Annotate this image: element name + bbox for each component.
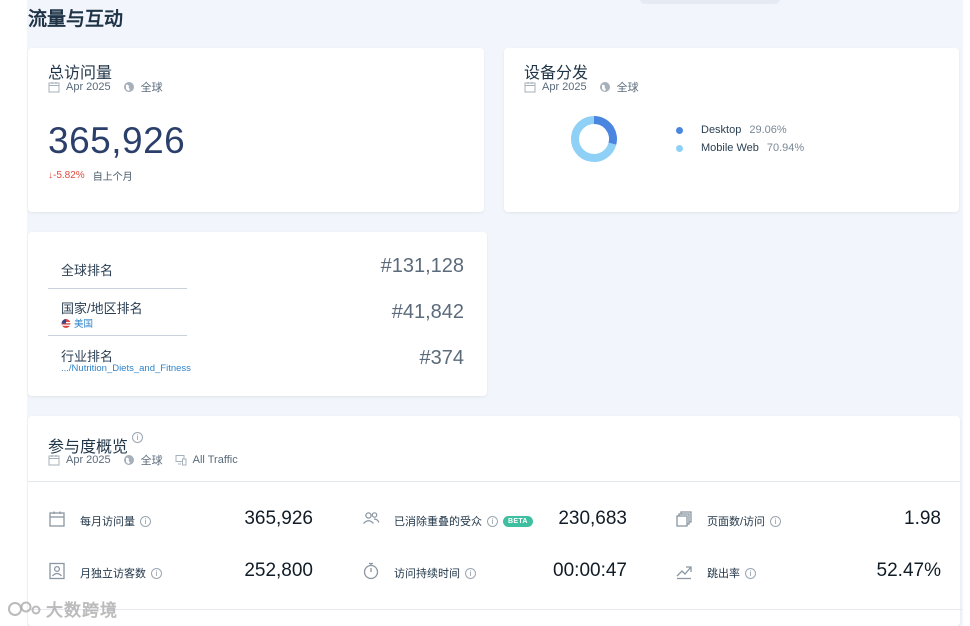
metric-label-text: 每月访问量 bbox=[80, 516, 135, 528]
rank-row-industry[interactable]: 行业排名 .../Nutrition_Diets_and_Fitness #37… bbox=[48, 344, 464, 380]
region-label: 全球 bbox=[140, 455, 163, 467]
legend-dot-mobile-web bbox=[676, 144, 683, 152]
calendar-icon bbox=[524, 81, 536, 93]
rank-sub-text: 美国 bbox=[74, 319, 94, 330]
rank-value: #131,128 bbox=[380, 255, 464, 277]
metric-label-text: 月独立访客数 bbox=[80, 568, 146, 580]
metric-label-text: 访问持续时间 bbox=[394, 568, 460, 580]
metric-bounce-rate: 跳出率 i 52.47% bbox=[675, 560, 941, 584]
rank-sub-country[interactable]: 美国 bbox=[61, 316, 93, 330]
bottom-divider bbox=[27, 609, 963, 610]
rank-value: #374 bbox=[419, 347, 465, 369]
metric-label: 跳出率 i bbox=[707, 565, 756, 581]
rank-label: 全球排名 bbox=[61, 263, 114, 278]
legend-name: Mobile Web bbox=[701, 142, 759, 154]
rank-label: 国家/地区排名 bbox=[61, 301, 143, 316]
legend-name: Desktop bbox=[701, 124, 742, 136]
metric-label-text: 已消除重叠的受众 bbox=[394, 516, 482, 528]
rank-row-country[interactable]: 国家/地区排名 美国 #41,842 bbox=[48, 296, 464, 332]
beta-badge: BETA bbox=[503, 515, 533, 527]
metric-label-text: 跳出率 bbox=[707, 568, 740, 580]
metric-visit-duration: 访问持续时间 i 00:00:47 bbox=[362, 560, 627, 584]
region-label: 全球 bbox=[140, 82, 163, 94]
engagement-meta: Apr 2025 全球 All Traffic bbox=[48, 452, 250, 468]
legend-item-mobile-web[interactable]: Mobile Web 70.94% bbox=[676, 139, 804, 157]
change-row: ↓-5.82% 自上个月 bbox=[48, 168, 133, 183]
watermark: 大数跨境 bbox=[6, 596, 118, 621]
device-meta: Apr 2025 全球 bbox=[524, 79, 651, 95]
metric-label: 每月访问量 i bbox=[80, 513, 151, 529]
device-legend: Desktop 29.06% Mobile Web 70.94% bbox=[676, 121, 804, 157]
rank-divider bbox=[48, 288, 187, 289]
region-label: 全球 bbox=[616, 82, 639, 94]
metric-label: 已消除重叠的受众 i BETA bbox=[394, 513, 533, 529]
visitor-icon bbox=[48, 562, 66, 580]
change-label: 自上个月 bbox=[92, 172, 133, 183]
legend-pct: 29.06% bbox=[749, 124, 787, 136]
page-title: 流量与互动 bbox=[28, 9, 124, 30]
watermark-logo-icon bbox=[8, 601, 41, 616]
date-label: Apr 2025 bbox=[66, 81, 111, 93]
change-value: ↓-5.82% bbox=[48, 170, 85, 181]
date-label: Apr 2025 bbox=[542, 81, 587, 93]
globe-icon bbox=[123, 81, 135, 93]
rank-row-global[interactable]: 全球排名 #131,128 bbox=[48, 254, 464, 284]
metric-deduplicated-audience: 已消除重叠的受众 i BETA 230,683 bbox=[362, 508, 627, 532]
device-donut-chart[interactable] bbox=[569, 114, 619, 164]
pages-icon bbox=[675, 510, 693, 528]
bounce-icon bbox=[675, 562, 693, 580]
metric-value: 252,800 bbox=[244, 560, 313, 581]
metric-label: 月独立访客数 i bbox=[80, 565, 162, 581]
info-icon[interactable]: i bbox=[465, 567, 476, 579]
info-icon[interactable]: i bbox=[151, 567, 162, 579]
ranks-card: 全球排名 #131,128 国家/地区排名 美国 #41,842 行业排名 ..… bbox=[28, 232, 487, 396]
info-icon[interactable]: i bbox=[770, 515, 782, 527]
globe-icon bbox=[123, 454, 135, 466]
info-icon[interactable]: i bbox=[487, 515, 498, 527]
top-scroll-pill bbox=[640, 0, 780, 4]
rank-divider bbox=[48, 335, 187, 336]
info-icon[interactable]: i bbox=[132, 432, 144, 443]
engagement-card: 参与度概览 i Apr 2025 全球 All Traffic 每月访问量 i 3… bbox=[28, 416, 960, 626]
globe-icon bbox=[599, 81, 611, 93]
calendar-icon bbox=[48, 510, 66, 528]
metric-value: 52.47% bbox=[876, 560, 941, 581]
metric-label: 页面数/访问 i bbox=[707, 513, 782, 529]
device-card: 设备分发 Apr 2025 全球 Desktop 29.06% Mobile W… bbox=[504, 48, 959, 212]
date-label: Apr 2025 bbox=[66, 454, 111, 466]
info-icon[interactable]: i bbox=[745, 567, 756, 579]
legend-dot-desktop bbox=[676, 126, 683, 134]
total-visits-card: 总访问量 Apr 2025 全球 365,926 ↓-5.82% 自上个月 bbox=[28, 48, 484, 212]
legend-pct: 70.94% bbox=[766, 142, 805, 154]
metric-monthly-visits: 每月访问量 i 365,926 bbox=[48, 508, 313, 532]
users-icon bbox=[362, 510, 380, 528]
metric-value: 365,926 bbox=[244, 508, 313, 529]
total-visits-meta: Apr 2025 全球 bbox=[48, 79, 175, 95]
us-flag-icon bbox=[61, 318, 71, 328]
metric-value: 00:00:47 bbox=[553, 560, 627, 581]
metric-value: 230,683 bbox=[558, 508, 627, 529]
watermark-text: 大数跨境 bbox=[46, 601, 118, 620]
engagement-divider bbox=[28, 481, 960, 482]
donut-slice-desktop[interactable] bbox=[593, 116, 617, 145]
info-icon[interactable]: i bbox=[140, 515, 151, 527]
traffic-label: All Traffic bbox=[192, 454, 238, 466]
calendar-icon bbox=[48, 454, 60, 466]
legend-item-desktop[interactable]: Desktop 29.06% bbox=[676, 121, 804, 139]
devices-icon bbox=[175, 454, 187, 466]
rank-sub-industry[interactable]: .../Nutrition_Diets_and_Fitness bbox=[61, 363, 191, 374]
total-visits-value: 365,926 bbox=[48, 120, 186, 161]
rank-value: #41,842 bbox=[391, 301, 464, 323]
metric-value: 1.98 bbox=[904, 508, 941, 529]
calendar-icon bbox=[48, 81, 60, 93]
metric-pages-per-visit: 页面数/访问 i 1.98 bbox=[675, 508, 941, 532]
metric-label-text: 页面数/访问 bbox=[707, 516, 766, 528]
metric-unique-visitors: 月独立访客数 i 252,800 bbox=[48, 560, 313, 584]
metric-label: 访问持续时间 i bbox=[394, 565, 476, 581]
timer-icon bbox=[362, 562, 380, 580]
